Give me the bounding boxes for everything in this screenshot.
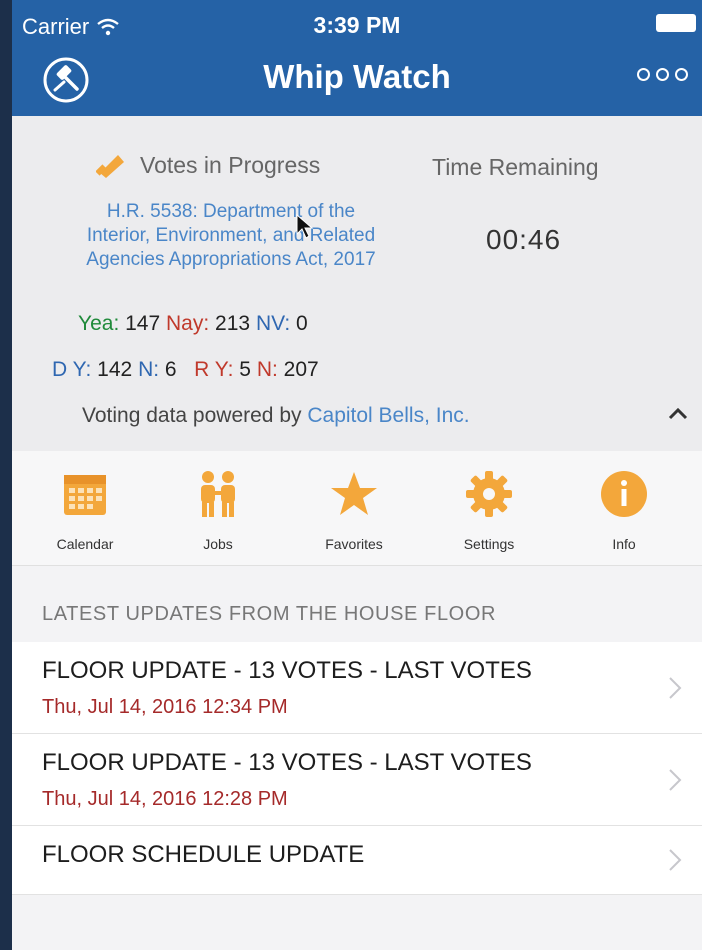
rep-yea-label: Y: xyxy=(214,358,234,381)
calendar-icon xyxy=(64,475,106,515)
updates-section-header: LATEST UPDATES FROM THE HOUSE FLOOR xyxy=(42,603,497,625)
dem-nay-count: 6 xyxy=(164,358,177,381)
update-title: FLOOR UPDATE - 13 VOTES - LAST VOTES xyxy=(42,749,532,776)
battery-icon xyxy=(656,14,696,32)
rep-nay-label: N: xyxy=(256,358,278,381)
rep-nay-count: 207 xyxy=(283,358,319,381)
rep-yea-count: 5 xyxy=(239,358,251,381)
status-time: 3:39 PM xyxy=(313,12,401,38)
chevron-right-icon xyxy=(669,768,682,791)
gavel-badge-icon xyxy=(96,154,124,178)
nav-title: Whip Watch xyxy=(263,58,451,95)
nay-label: Nay: xyxy=(166,312,210,335)
info-icon xyxy=(601,471,647,517)
favorites-button[interactable]: Favorites xyxy=(299,469,409,552)
top-bar: Carrier 3:39 PM Whip Watch xyxy=(12,0,702,116)
list-item[interactable]: FLOOR SCHEDULE UPDATE xyxy=(12,826,702,895)
more-dot xyxy=(675,68,688,81)
rep-label: R xyxy=(194,358,210,381)
calendar-button[interactable]: Calendar xyxy=(30,469,140,552)
dem-yea-label: Y: xyxy=(72,358,92,381)
updates-list: FLOOR UPDATE - 13 VOTES - LAST VOTES Thu… xyxy=(12,642,702,895)
countdown-timer: 00:46 xyxy=(486,224,562,255)
update-title: FLOOR SCHEDULE UPDATE xyxy=(42,841,365,868)
dem-yea-count: 142 xyxy=(97,358,133,381)
info-label: Info xyxy=(612,536,636,552)
jobs-label: Jobs xyxy=(203,536,233,552)
yea-count: 147 xyxy=(125,312,161,335)
settings-label: Settings xyxy=(463,536,515,552)
calendar-label: Calendar xyxy=(56,536,114,552)
favorites-label: Favorites xyxy=(325,536,383,552)
dem-label: D xyxy=(52,358,68,381)
capitol-bells-link[interactable]: Capitol Bells, Inc. xyxy=(307,404,469,427)
yea-label: Yea: xyxy=(78,312,120,335)
bill-link[interactable]: H.R. 5538: Department of the Interior, E… xyxy=(76,200,386,272)
more-dot xyxy=(656,68,669,81)
party-breakdown: D Y: 142 N: 6 R Y: 5 N: 207 xyxy=(52,358,319,382)
more-options-button[interactable] xyxy=(637,68,688,81)
update-date: Thu, Jul 14, 2016 12:34 PM xyxy=(42,696,288,718)
jobs-button[interactable]: Jobs xyxy=(163,469,273,552)
nv-label: NV: xyxy=(255,312,291,335)
mouse-cursor-icon xyxy=(296,214,314,239)
list-item[interactable]: FLOOR UPDATE - 13 VOTES - LAST VOTES Thu… xyxy=(12,642,702,734)
powered-by: Voting data powered by Capitol Bells, In… xyxy=(82,404,470,428)
star-icon xyxy=(331,472,377,515)
votes-heading: Votes in Progress xyxy=(96,152,320,179)
people-icon xyxy=(201,471,235,517)
nv-count: 0 xyxy=(296,312,308,335)
dem-nay-label: N: xyxy=(138,358,160,381)
nay-count: 213 xyxy=(215,312,251,335)
update-date: Thu, Jul 14, 2016 12:28 PM xyxy=(42,788,288,810)
chevron-right-icon xyxy=(669,676,682,699)
votes-in-progress-panel: Votes in Progress Time Remaining H.R. 55… xyxy=(12,116,702,451)
info-button[interactable]: Info xyxy=(569,469,679,552)
gear-icon xyxy=(466,471,512,517)
powered-by-text: Voting data powered by xyxy=(82,404,302,427)
app-screen: Carrier 3:39 PM Whip Watch Votes in Prog… xyxy=(12,0,702,950)
vote-tally: Yea: 147 Nay: 213 NV: 0 xyxy=(78,312,308,336)
list-item[interactable]: FLOOR UPDATE - 13 VOTES - LAST VOTES Thu… xyxy=(12,734,702,826)
chevron-up-icon[interactable] xyxy=(666,402,690,426)
more-dot xyxy=(637,68,650,81)
time-remaining-label: Time Remaining xyxy=(432,154,599,180)
votes-heading-label: Votes in Progress xyxy=(140,152,321,178)
chevron-right-icon xyxy=(669,849,682,871)
update-title: FLOOR UPDATE - 13 VOTES - LAST VOTES xyxy=(42,657,532,684)
quick-actions-bar: Calendar Jobs Favorites Settings Info xyxy=(12,451,702,566)
settings-button[interactable]: Settings xyxy=(434,469,544,552)
